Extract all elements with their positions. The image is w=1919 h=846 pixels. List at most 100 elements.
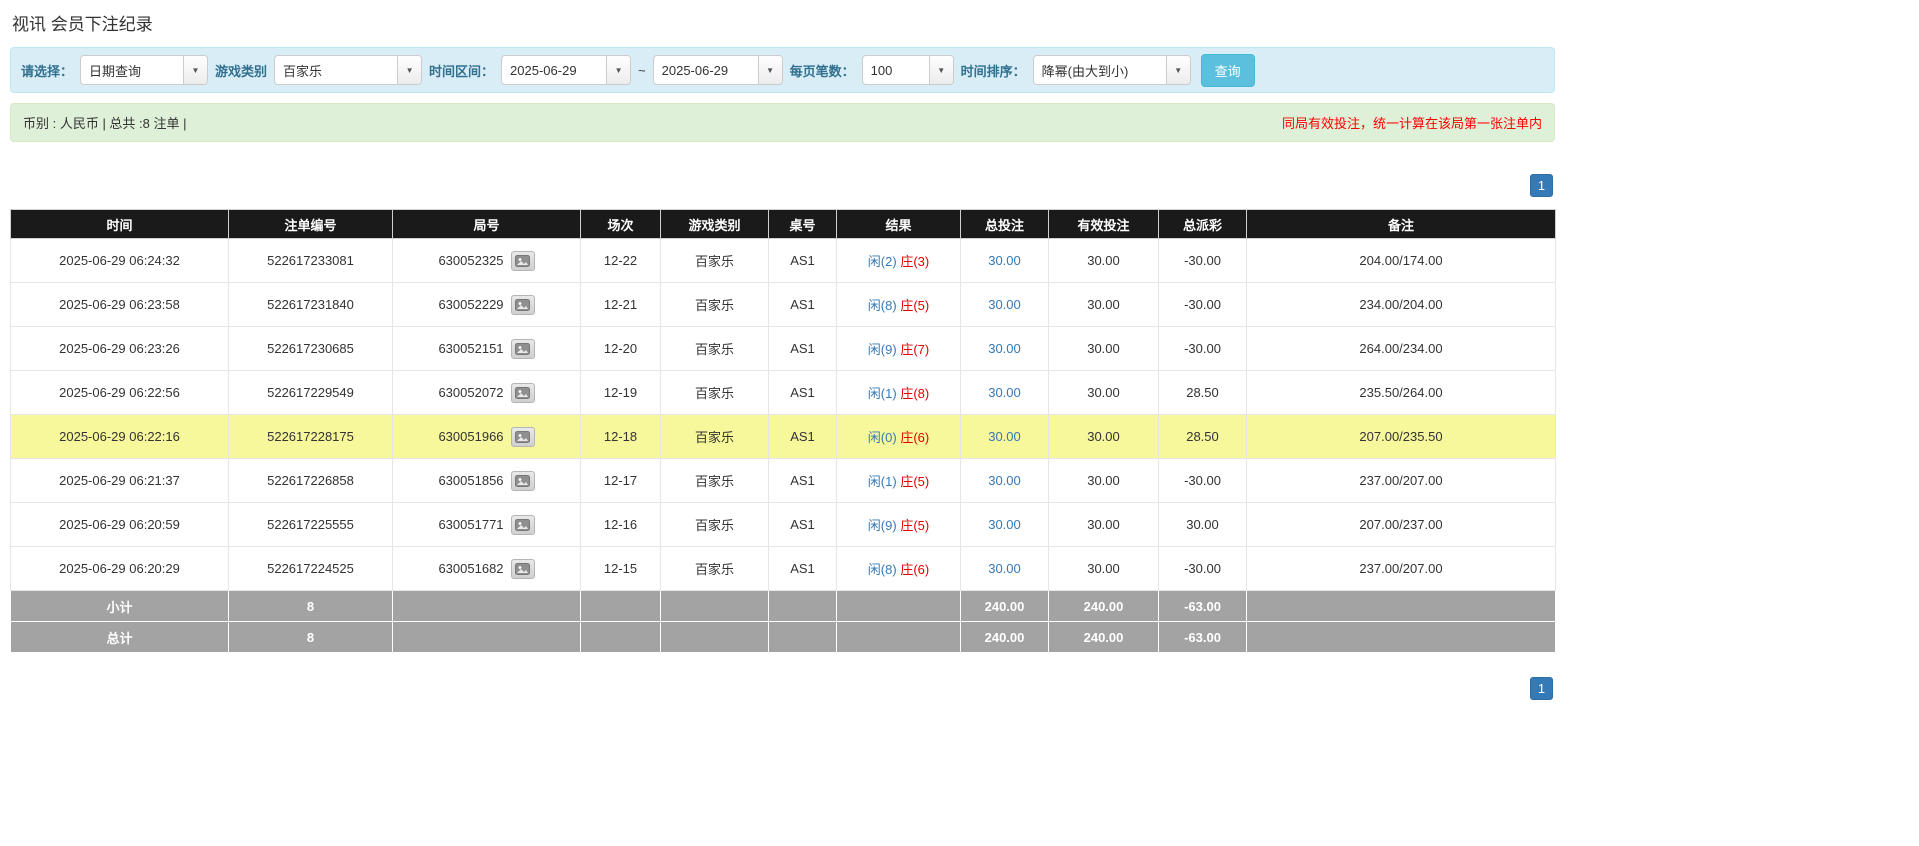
cell-round-id: 630052151	[392, 326, 581, 371]
chevron-down-icon: ▼	[928, 56, 953, 84]
cell-table-no: AS1	[768, 458, 837, 503]
cell-remark: 204.00/174.00	[1246, 238, 1556, 283]
total-bet-link[interactable]: 30.00	[988, 385, 1021, 400]
cell-game-type: 百家乐	[660, 370, 769, 415]
total-count: 8	[228, 621, 393, 653]
result-banker: 庄(3)	[900, 254, 930, 269]
table-row: 2025-06-29 06:24:32 522617233081 630052325…	[10, 238, 1556, 283]
cell-table-no: AS1	[768, 414, 837, 459]
round-video-icon[interactable]	[510, 338, 535, 359]
cell-game-type: 百家乐	[660, 326, 769, 371]
cell-session: 12-19	[580, 370, 661, 415]
cell-valid-bet: 30.00	[1048, 282, 1159, 327]
cell-time: 2025-06-29 06:22:56	[10, 370, 229, 415]
result-player: 闲(9)	[867, 342, 897, 357]
cell-payout: -30.00	[1158, 458, 1247, 503]
sort-order-select[interactable]: 降幂(由大到小) ▼	[1032, 55, 1191, 85]
cell-time: 2025-06-29 06:23:58	[10, 282, 229, 327]
cell-session: 12-17	[580, 458, 661, 503]
result-banker: 庄(6)	[900, 562, 930, 577]
game-type-select[interactable]: 百家乐 ▼	[274, 55, 423, 85]
result-player: 闲(1)	[867, 386, 897, 401]
chevron-down-icon: ▼	[397, 56, 422, 84]
table-row: 2025-06-29 06:22:56 522617229549 630052072…	[10, 370, 1556, 415]
cell-payout: 28.50	[1158, 370, 1247, 415]
cell-total-bet: 30.00	[960, 326, 1049, 371]
cell-payout: 28.50	[1158, 414, 1247, 459]
subtotal-label: 小计	[10, 590, 229, 622]
records-table: 时间 注单编号 局号 场次 游戏类别 桌号 结果 总投注 有效投注 总派彩 备注…	[10, 209, 1556, 653]
total-bet-link[interactable]: 30.00	[988, 473, 1021, 488]
cell-total-bet: 30.00	[960, 282, 1049, 327]
cell-result: 闲(2) 庄(3)	[836, 238, 961, 283]
table-row: 2025-06-29 06:23:26 522617230685 630052151…	[10, 326, 1556, 371]
pagination-bottom: 1	[10, 677, 1553, 700]
cell-game-type: 百家乐	[660, 414, 769, 459]
cell-round-id: 630051966	[392, 414, 581, 459]
result-player: 闲(2)	[867, 254, 897, 269]
page-size-select[interactable]: 100 ▼	[861, 55, 954, 85]
cell-remark: 235.50/264.00	[1246, 370, 1556, 415]
total-bet-link[interactable]: 30.00	[988, 341, 1021, 356]
total-bet-link[interactable]: 30.00	[988, 429, 1021, 444]
column-header-result: 结果	[836, 209, 961, 239]
column-header-valid-bet: 有效投注	[1048, 209, 1159, 239]
total-bet-link[interactable]: 30.00	[988, 253, 1021, 268]
cell-result: 闲(9) 庄(5)	[836, 502, 961, 547]
cell-bet-id: 522617225555	[228, 502, 393, 547]
subtotal-payout: -63.00	[1158, 590, 1247, 622]
game-type-value: 百家乐	[283, 63, 323, 79]
cell-bet-id: 522617233081	[228, 238, 393, 283]
cell-valid-bet: 30.00	[1048, 502, 1159, 547]
query-type-select[interactable]: 日期查询 ▼	[80, 55, 209, 85]
cell-bet-id: 522617231840	[228, 282, 393, 327]
round-video-icon[interactable]	[510, 294, 535, 315]
sort-order-value: 降幂(由大到小)	[1041, 63, 1129, 79]
date-from-select[interactable]: 2025-06-29 ▼	[501, 55, 632, 85]
page-button-1[interactable]: 1	[1530, 174, 1553, 197]
total-bet-link[interactable]: 30.00	[988, 297, 1021, 312]
cell-round-id: 630051682	[392, 546, 581, 591]
round-video-icon[interactable]	[510, 426, 535, 447]
date-to-select[interactable]: 2025-06-29 ▼	[652, 55, 783, 85]
cell-time: 2025-06-29 06:20:29	[10, 546, 229, 591]
cell-game-type: 百家乐	[660, 238, 769, 283]
chevron-down-icon: ▼	[757, 56, 782, 84]
total-bet-link[interactable]: 30.00	[988, 561, 1021, 576]
round-id-text: 630052072	[438, 385, 504, 400]
pagination-top: 1	[10, 174, 1553, 197]
cell-round-id: 630051771	[392, 502, 581, 547]
column-header-round-id: 局号	[392, 209, 581, 239]
result-banker: 庄(6)	[900, 430, 930, 445]
cell-remark: 237.00/207.00	[1246, 546, 1556, 591]
cell-session: 12-15	[580, 546, 661, 591]
round-video-icon[interactable]	[510, 514, 535, 535]
cell-table-no: AS1	[768, 546, 837, 591]
cell-bet-id: 522617229549	[228, 370, 393, 415]
result-player: 闲(8)	[867, 298, 897, 313]
cell-remark: 207.00/235.50	[1246, 414, 1556, 459]
page-button-1[interactable]: 1	[1530, 677, 1553, 700]
total-bet-link[interactable]: 30.00	[988, 517, 1021, 532]
round-video-icon[interactable]	[510, 382, 535, 403]
chevron-down-icon: ▼	[1165, 56, 1190, 84]
column-header-session: 场次	[580, 209, 661, 239]
cell-session: 12-20	[580, 326, 661, 371]
cell-round-id: 630052229	[392, 282, 581, 327]
cell-game-type: 百家乐	[660, 502, 769, 547]
cell-time: 2025-06-29 06:20:59	[10, 502, 229, 547]
cell-payout: -30.00	[1158, 282, 1247, 327]
cell-result: 闲(0) 庄(6)	[836, 414, 961, 459]
round-video-icon[interactable]	[510, 470, 535, 491]
cell-result: 闲(1) 庄(5)	[836, 458, 961, 503]
date-from-value: 2025-06-29	[510, 62, 577, 78]
column-header-remark: 备注	[1246, 209, 1556, 239]
cell-remark: 264.00/234.00	[1246, 326, 1556, 371]
result-banker: 庄(7)	[900, 342, 930, 357]
column-header-payout: 总派彩	[1158, 209, 1247, 239]
search-button[interactable]: 查询	[1200, 53, 1255, 87]
round-video-icon[interactable]	[510, 250, 535, 271]
round-video-icon[interactable]	[510, 558, 535, 579]
cell-valid-bet: 30.00	[1048, 238, 1159, 283]
cell-remark: 237.00/207.00	[1246, 458, 1556, 503]
